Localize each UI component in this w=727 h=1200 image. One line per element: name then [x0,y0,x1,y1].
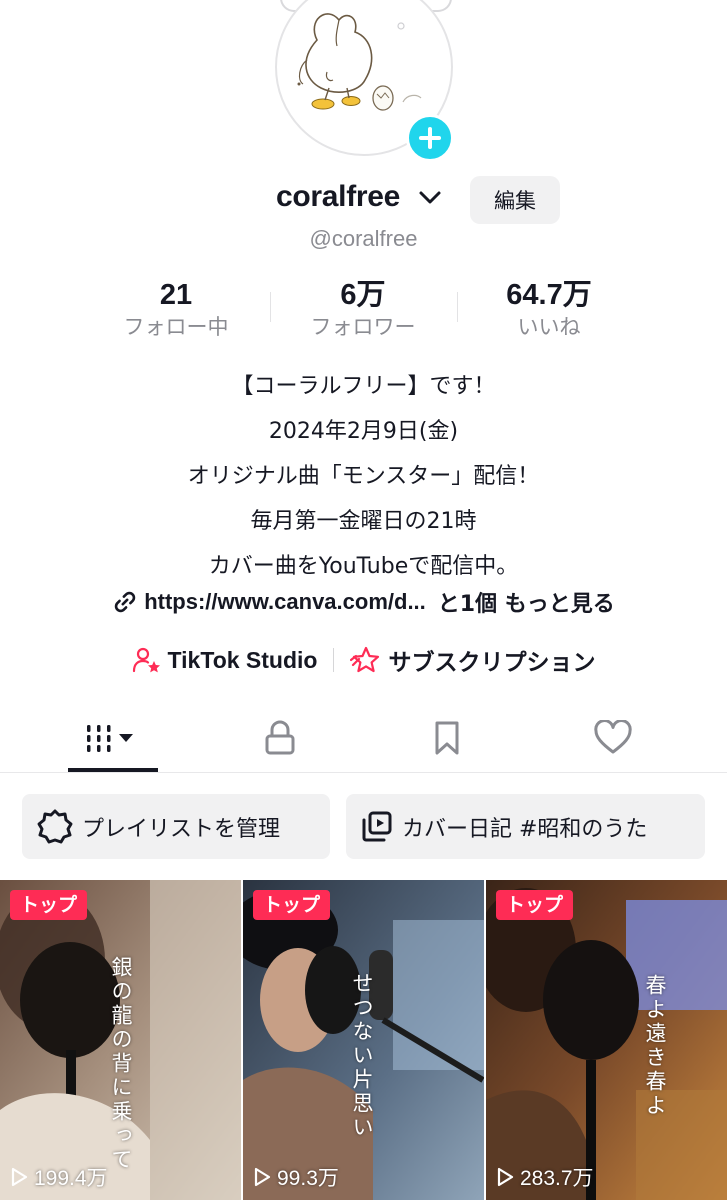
playlist-icon [362,811,392,841]
stat-likes[interactable]: 64.7万 いいね [459,278,639,342]
video-thumbnail[interactable]: トップ 春よ遠き春よ 283.7万 [486,880,727,1200]
plus-icon [419,127,441,149]
subscription-label: サブスクリプション [388,650,596,676]
stat-followers[interactable]: 6万 フォロワー [273,278,453,342]
play-icon [11,1167,28,1187]
bio-link-row[interactable]: https://www.canva.com/d... と1個 もっと見る [0,586,727,618]
bio-line: 【コーラルフリー】です！ [231,374,496,399]
stat-likes-value: 64.7万 [506,279,592,311]
link-icon [115,591,136,613]
view-count-value: 99.3万 [277,1167,339,1190]
user-star-icon [132,647,160,673]
video-thumbnail[interactable]: トップ せつない片思い 99.3万 [243,880,484,1200]
user-handle: @coralfree [309,226,418,251]
tiktok-studio-link[interactable]: TikTok Studio [132,645,318,675]
lock-icon [265,720,295,755]
quick-links: TikTok Studio サブスクリプション [0,640,727,680]
subscription-star-icon [350,646,380,673]
tiktok-studio-label: TikTok Studio [167,646,318,673]
view-count: 283.7万 [496,1162,594,1192]
edit-profile-button[interactable]: 編集 [470,176,560,224]
view-count-value: 199.4万 [34,1167,108,1190]
divider [333,648,335,672]
playlist-cover-diary[interactable]: カバー日記 #昭和のうた [346,794,705,859]
top-badge: トップ [253,890,331,920]
bio-link-more[interactable]: と1個 もっと見る [438,586,615,618]
top-badge: トップ [496,890,574,920]
stat-likes-label: いいね [517,315,581,339]
bio-line: 毎月第一金曜日の21時 [250,509,477,534]
username-row: coralfree 編集 [0,176,727,224]
stat-followers-value: 6万 [340,279,386,311]
subscription-link[interactable]: サブスクリプション [350,643,595,677]
top-badge: トップ [10,890,88,920]
cover-diary-label: カバー日記 #昭和のうた [402,816,648,842]
bookmark-icon [435,721,459,755]
grid-icon [87,725,133,752]
stat-followers-label: フォロワー [310,315,416,339]
bio-line: カバー曲をYouTubeで配信中。 [208,554,519,579]
manage-playlist-button[interactable]: プレイリストを管理 [22,794,330,859]
add-story-button[interactable] [406,114,454,162]
manage-playlist-label: プレイリストを管理 [82,816,281,842]
tab-videos[interactable] [33,706,193,770]
profile-tabs [0,706,727,773]
bio: 【コーラルフリー】です！ 2024年2月9日(金) オリジナル曲「モンスター」配… [0,364,727,589]
video-caption: 銀の龍の背に乗って [109,956,133,1172]
tab-liked[interactable] [533,706,693,770]
stat-divider [270,292,271,322]
bio-line: 2024年2月9日(金) [268,419,459,444]
stat-following-value: 21 [159,279,193,311]
view-count: 199.4万 [10,1162,108,1192]
gear-icon [37,809,73,843]
video-thumbnail[interactable]: トップ 銀の龍の背に乗って 199.4万 [0,880,241,1200]
tab-private[interactable] [200,706,360,770]
active-tab-indicator [68,768,158,772]
video-caption: 春よ遠き春よ [643,974,667,1118]
play-icon [254,1167,271,1187]
username[interactable]: coralfree [276,180,400,214]
chevron-down-icon[interactable] [418,190,442,206]
bio-link-url[interactable]: https://www.canva.com/d... [144,589,426,615]
stat-following-label: フォロー中 [123,315,229,339]
tab-saved[interactable] [367,706,527,770]
view-count-value: 283.7万 [520,1167,594,1190]
view-count: 99.3万 [253,1162,339,1192]
stat-following[interactable]: 21 フォロー中 [86,278,266,342]
heart-icon [594,720,632,754]
stat-divider [457,292,458,322]
play-icon [497,1167,514,1187]
video-frame [486,880,727,1200]
video-caption: せつない片思い [350,972,374,1140]
bio-line: オリジナル曲「モンスター」配信！ [187,464,540,489]
